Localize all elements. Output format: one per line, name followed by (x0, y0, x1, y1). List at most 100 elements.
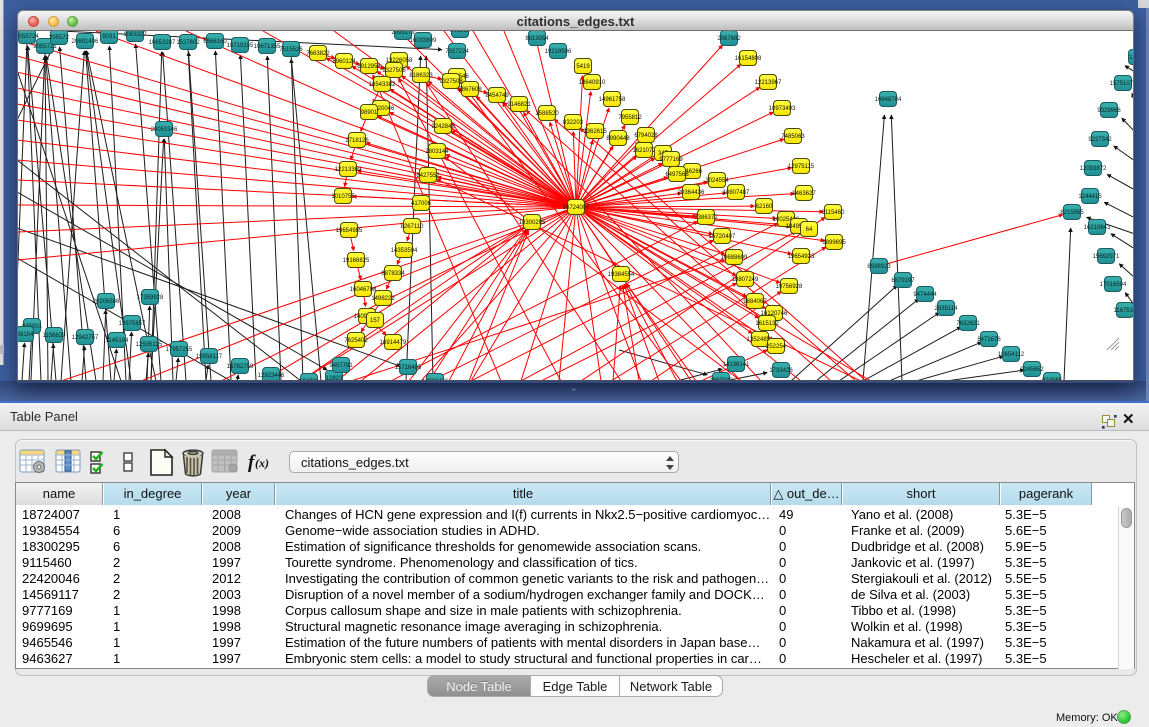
svg-text:8186323: 8186323 (409, 73, 433, 79)
svg-text:19384554: 19384554 (608, 272, 635, 278)
svg-text:17957255: 17957255 (166, 347, 193, 353)
svg-text:12923466: 12923466 (422, 379, 449, 381)
svg-text:9899695: 9899695 (822, 240, 846, 246)
svg-text:1063327: 1063327 (123, 32, 147, 38)
svg-text:2718126: 2718126 (345, 138, 369, 144)
svg-text:9327508: 9327508 (439, 79, 463, 85)
svg-text:9242848: 9242848 (431, 124, 455, 130)
svg-text:9463627: 9463627 (792, 191, 816, 197)
svg-text:1733426: 1733426 (769, 368, 793, 374)
svg-text:10973493: 10973493 (769, 106, 796, 112)
svg-text:9474444: 9474444 (913, 292, 937, 298)
svg-text:6497568: 6497568 (665, 172, 689, 178)
svg-text:14961758: 14961758 (599, 97, 626, 103)
svg-text:1156829: 1156829 (43, 333, 67, 339)
svg-text:19654985: 19654985 (336, 228, 363, 234)
svg-text:8813054: 8813054 (525, 36, 549, 42)
svg-text:18640910: 18640910 (579, 80, 606, 86)
svg-text:1167534: 1167534 (1114, 308, 1134, 314)
svg-text:6966160: 6966160 (203, 39, 227, 45)
svg-text:1244415: 1244415 (1078, 194, 1102, 200)
svg-text:3024554: 3024554 (705, 178, 729, 184)
svg-text:16154808: 16154808 (735, 56, 762, 62)
svg-text:39154: 39154 (18, 332, 34, 338)
svg-text:10671355: 10671355 (254, 44, 281, 50)
svg-text:20206586: 20206586 (93, 299, 120, 305)
svg-text:98901: 98901 (361, 110, 378, 116)
svg-text:12213967: 12213967 (755, 80, 782, 86)
svg-text:12823: 12823 (326, 376, 343, 381)
svg-text:2803144: 2803144 (425, 149, 449, 155)
svg-text:10807487: 10807487 (723, 190, 750, 196)
svg-text:7386372: 7386372 (694, 215, 718, 221)
svg-text:12093872: 12093872 (1080, 166, 1107, 172)
svg-text:20053346: 20053346 (151, 127, 178, 133)
svg-text:16210643: 16210643 (1084, 225, 1111, 231)
svg-text:10653287: 10653287 (149, 40, 176, 46)
svg-text:15692971: 15692971 (1093, 254, 1120, 260)
svg-text:(x): (x) (255, 456, 269, 470)
svg-text:18300295: 18300295 (519, 220, 546, 226)
svg-text:12923446: 12923446 (258, 373, 285, 379)
svg-text:18807249: 18807249 (732, 277, 759, 283)
svg-text:1663342: 1663342 (709, 378, 733, 381)
svg-text:252254: 252254 (766, 344, 787, 350)
svg-text:1362615: 1362615 (583, 129, 607, 135)
svg-text:15720407: 15720407 (709, 234, 736, 240)
svg-text:903310: 903310 (450, 31, 471, 34)
svg-text:19654923: 19654923 (788, 254, 815, 260)
svg-text:15716485: 15716485 (395, 365, 422, 371)
svg-text:16648784: 16648784 (875, 97, 902, 103)
svg-text:1145194: 1145194 (106, 338, 130, 344)
svg-text:1527602: 1527602 (176, 40, 200, 46)
svg-text:9245652: 9245652 (1020, 367, 1044, 373)
svg-text:9777169: 9777169 (659, 157, 683, 163)
svg-text:8990448: 8990448 (606, 136, 630, 142)
svg-text:6879197: 6879197 (891, 278, 915, 284)
svg-text:19958117: 19958117 (196, 354, 223, 360)
svg-text:14136141: 14136141 (723, 362, 750, 368)
svg-text:19756928: 19756928 (776, 284, 803, 290)
svg-text:9031: 9031 (102, 34, 116, 40)
svg-text:9327506: 9327506 (382, 68, 406, 74)
svg-text:2093179: 2093179 (391, 31, 415, 36)
svg-text:205572: 205572 (49, 35, 70, 41)
svg-text:1621072: 1621072 (632, 148, 656, 154)
svg-text:1498222: 1498222 (371, 296, 395, 302)
svg-text:924565: 924565 (1042, 378, 1063, 381)
svg-text:19166825: 19166825 (343, 258, 370, 264)
svg-text:16914479: 16914479 (380, 340, 407, 346)
svg-text:2087682: 2087682 (717, 36, 741, 42)
svg-text:9884067: 9884067 (743, 299, 767, 305)
svg-text:6794028: 6794028 (634, 133, 658, 139)
svg-text:2055724: 2055724 (18, 34, 39, 40)
svg-text:2935114: 2935114 (935, 306, 959, 312)
svg-text:12505135: 12505135 (136, 342, 163, 348)
svg-text:16543382: 16543382 (369, 82, 396, 88)
svg-text:17016504: 17016504 (1100, 282, 1127, 288)
svg-text:19975857: 19975857 (119, 321, 146, 327)
svg-text:9227342: 9227342 (1088, 137, 1112, 143)
svg-text:8912954: 8912954 (357, 64, 381, 70)
svg-text:10719155: 10719155 (227, 43, 254, 49)
svg-text:12213369: 12213369 (335, 167, 362, 173)
svg-text:2867608: 2867608 (458, 87, 482, 93)
svg-text:9146821: 9146821 (507, 102, 531, 108)
svg-text:7955812: 7955812 (618, 115, 642, 121)
svg-text:17359928: 17359928 (137, 295, 164, 301)
svg-text:12975115: 12975115 (788, 164, 815, 170)
svg-text:16033809: 16033809 (410, 38, 437, 44)
svg-text:16782759: 16782759 (227, 364, 254, 370)
svg-text:832203: 832203 (563, 120, 584, 126)
svg-text:1588520: 1588520 (535, 111, 559, 117)
svg-text:18724007: 18724007 (563, 205, 590, 211)
svg-text:8878334: 8878334 (381, 271, 405, 277)
svg-text:157: 157 (370, 318, 381, 324)
svg-text:8215955: 8215955 (1060, 210, 1084, 216)
svg-text:9329966: 9329966 (1097, 108, 1121, 114)
svg-text:16046788: 16046788 (350, 287, 377, 293)
svg-text:8427552: 8427552 (416, 173, 440, 179)
svg-text:7632621: 7632621 (956, 321, 980, 327)
svg-text:12942757: 12942757 (72, 335, 99, 341)
svg-text:15751074: 15751074 (1110, 81, 1134, 87)
